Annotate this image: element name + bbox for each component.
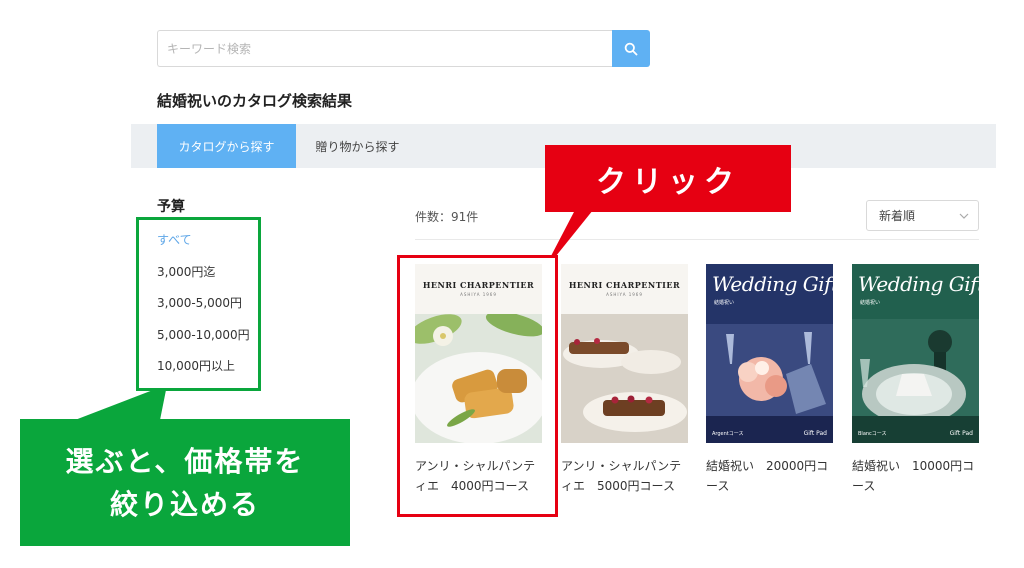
tab-gift[interactable]: 贈り物から探す <box>296 124 419 168</box>
product-card-henri-5000[interactable]: HENRI CHARPENTIER ASHIYA 1969 アンリ・シャルパンテ… <box>561 264 688 496</box>
result-count: 件数：91件 <box>415 210 479 224</box>
filter-callout-line1: 選ぶと、価格帯を <box>65 444 305 478</box>
cover-course: Blancコース <box>858 431 887 437</box>
cover-subtitle: 結婚祝い <box>860 300 881 306</box>
product-name[interactable]: アンリ・シャルパンティエ 5000円コース <box>561 456 688 496</box>
product-card-wedding-20000[interactable]: Wedding Gift 結婚祝い Argentコース Gift Pad 結婚祝… <box>706 264 833 496</box>
brand-sub-text: ASHIYA 1969 <box>606 292 643 297</box>
cover-title: Wedding Gift <box>712 272 833 296</box>
sort-select[interactable]: 新着順 <box>866 200 979 231</box>
product-image[interactable]: Wedding Gift 結婚祝い Blancコース Gift Pad <box>852 264 979 443</box>
brand-logo-text: HENRI CHARPENTIER <box>568 280 681 290</box>
tart-photo <box>561 314 688 443</box>
search-icon <box>624 42 638 55</box>
search-button[interactable] <box>612 30 650 67</box>
page-title: 結婚祝いのカタログ検索結果 <box>157 92 353 110</box>
tab-catalog[interactable]: カタログから探す <box>157 124 296 168</box>
product-image[interactable]: HENRI CHARPENTIER ASHIYA 1969 <box>561 264 688 443</box>
chevron-down-icon <box>959 213 969 219</box>
product-card-wedding-10000[interactable]: Wedding Gift 結婚祝い Blancコース Gift Pad 結婚祝い… <box>852 264 979 496</box>
click-pointer <box>551 210 593 256</box>
cover-title: Wedding Gift <box>858 272 979 296</box>
cover-subtitle: 結婚祝い <box>714 300 735 306</box>
search-field[interactable] <box>157 30 612 67</box>
highlight-frame-product <box>397 255 558 517</box>
product-image[interactable]: Wedding Gift 結婚祝い Argentコース Gift Pad <box>706 264 833 443</box>
click-callout: クリック <box>545 145 791 212</box>
filter-callout-line2: 絞り込める <box>109 487 260 521</box>
cover-logo: Gift Pad <box>949 430 973 437</box>
budget-heading: 予算 <box>157 199 185 215</box>
search-input[interactable] <box>158 31 612 66</box>
sort-selected-label: 新着順 <box>879 209 916 223</box>
cover-logo: Gift Pad <box>803 430 827 437</box>
cover-course: Argentコース <box>712 431 744 437</box>
filter-callout: 選ぶと、価格帯を 絞り込める <box>20 419 350 546</box>
divider <box>415 239 979 240</box>
filter-pointer <box>75 390 166 420</box>
product-name[interactable]: 結婚祝い 10000円コース <box>852 456 979 496</box>
highlight-frame-budget <box>136 217 261 391</box>
product-name[interactable]: 結婚祝い 20000円コース <box>706 456 833 496</box>
